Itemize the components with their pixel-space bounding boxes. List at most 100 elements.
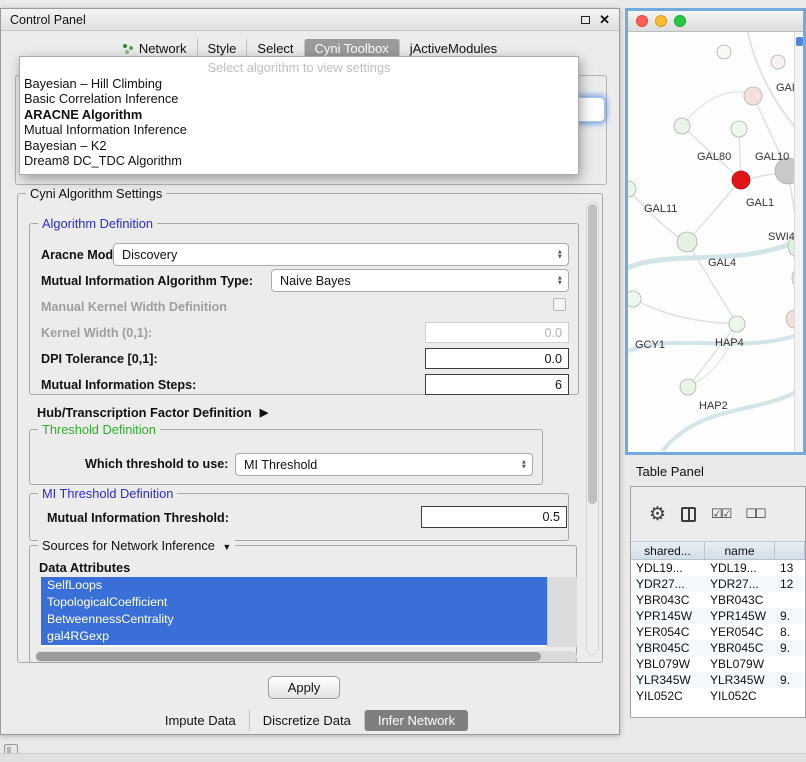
control-panel-titlebar[interactable]: Control Panel ✕: [1, 9, 619, 31]
network-node[interactable]: [628, 291, 641, 307]
table-cell: YER054C: [631, 625, 705, 639]
table-cell: YBL079W: [631, 657, 705, 671]
minimize-traffic-light-icon[interactable]: [655, 15, 667, 27]
attribute-item-betweennesscentrality[interactable]: BetweennessCentrality: [41, 611, 547, 628]
network-node-label: GAL4: [708, 257, 736, 269]
column-header-shared-name[interactable]: shared...: [631, 542, 705, 559]
table-toolbar: ⚙ ☑☑ ☐☐: [631, 487, 805, 541]
dropdown-item-bayesian-k2[interactable]: Bayesian – K2: [20, 138, 578, 154]
table-cell: YIL052C: [705, 689, 775, 703]
table-row[interactable]: YPR145WYPR145W9.: [631, 608, 805, 624]
tab-cyni-toolbox[interactable]: Cyni Toolbox: [304, 39, 399, 58]
mi-steps-label: Mutual Information Steps:: [41, 378, 196, 392]
attribute-list-hscrollbar[interactable]: [35, 651, 577, 662]
tab-label: Network: [139, 41, 187, 56]
table-row[interactable]: YLR345WYLR345W9.: [631, 672, 805, 688]
dropdown-item-dream8[interactable]: Dream8 DC_TDC Algorithm: [20, 153, 578, 169]
network-node[interactable]: [674, 118, 690, 134]
table-cell: 8.: [775, 625, 805, 639]
mi-algorithm-type-value: Naive Bayes: [280, 274, 351, 288]
table-row[interactable]: YBR043CYBR043C: [631, 592, 805, 608]
network-node-label: SWI4: [768, 231, 795, 243]
network-node[interactable]: [677, 232, 697, 252]
apply-button[interactable]: Apply: [268, 676, 340, 699]
network-node[interactable]: [732, 171, 750, 189]
stepper-icon: ▲▼: [557, 249, 563, 260]
aracne-mode-value: Discovery: [122, 248, 177, 262]
close-icon[interactable]: ✕: [599, 13, 610, 26]
network-node-label: HAP2: [699, 400, 728, 412]
tab-select[interactable]: Select: [246, 39, 303, 58]
network-node[interactable]: [628, 181, 636, 197]
network-edge: [633, 299, 737, 324]
dropdown-item-aracne[interactable]: ARACNE Algorithm: [20, 107, 578, 123]
table-row[interactable]: YBR045CYBR045C9.: [631, 640, 805, 656]
table-cell: YDR27...: [705, 577, 775, 591]
table-row[interactable]: YDL19...YDL19...13: [631, 560, 805, 576]
manual-kernel-width-checkbox[interactable]: [553, 298, 566, 311]
mi-threshold-field[interactable]: 0.5: [421, 506, 567, 528]
network-node-label: GAL10: [755, 151, 789, 163]
dropdown-item-mutual-information[interactable]: Mutual Information Inference: [20, 122, 578, 138]
select-all-icon[interactable]: ☑☑: [711, 506, 730, 522]
table-cell: YIL052C: [631, 689, 705, 703]
dropdown-item-basic-correlation[interactable]: Basic Correlation Inference: [20, 91, 578, 107]
settings-group-title: Cyni Algorithm Settings: [26, 186, 166, 201]
network-vscrollbar-thumb[interactable]: [796, 37, 803, 46]
settings-vscrollbar[interactable]: [586, 201, 599, 655]
sources-group-title[interactable]: Sources for Network Inference ▼: [38, 538, 235, 553]
tab-jactivemodules[interactable]: jActiveModules: [399, 39, 507, 58]
table-cell: YPR145W: [705, 609, 775, 623]
table-cell: YBR045C: [705, 641, 775, 655]
network-node[interactable]: [680, 379, 696, 395]
which-threshold-select[interactable]: MI Threshold ▲▼: [235, 453, 533, 476]
attribute-item-selfloops[interactable]: SelfLoops: [41, 577, 547, 594]
tab-discretize-data[interactable]: Discretize Data: [249, 710, 364, 731]
hub-section-toggle[interactable]: Hub/Transcription Factor Definition ▶: [37, 405, 268, 420]
kernel-width-label: Kernel Width (0,1):: [41, 326, 152, 340]
settings-vscrollbar-thumb[interactable]: [588, 204, 597, 504]
kernel-width-field: 0.0: [425, 322, 569, 343]
tab-impute-data[interactable]: Impute Data: [152, 710, 249, 731]
network-node[interactable]: [771, 55, 785, 69]
show-columns-icon[interactable]: [681, 507, 696, 522]
float-window-icon[interactable]: [581, 16, 590, 24]
attribute-list-vscroll-track[interactable]: [547, 577, 577, 647]
attribute-item-gal4rgexp[interactable]: gal4RGexp: [41, 628, 547, 645]
table-cell: YBR043C: [705, 593, 775, 607]
table-cell: YDL19...: [631, 561, 705, 575]
table-row[interactable]: YDR27...YDR27...12: [631, 576, 805, 592]
table-row[interactable]: YBL079WYBL079W: [631, 656, 805, 672]
network-window-titlebar[interactable]: [628, 11, 803, 32]
network-canvas[interactable]: GAL8GAL80GAL10GAL11GAL1SWI4GAL4GCY1HAP4H…: [628, 32, 803, 451]
mi-algorithm-type-select[interactable]: Naive Bayes ▲▼: [271, 269, 569, 292]
table-row[interactable]: YIL052CYIL052C: [631, 688, 805, 704]
network-node[interactable]: [731, 121, 747, 137]
table-row[interactable]: YER054CYER054C8.: [631, 624, 805, 640]
table-cell: YDL19...: [705, 561, 775, 575]
network-canvas-area[interactable]: GAL8GAL80GAL10GAL11GAL1SWI4GAL4GCY1HAP4H…: [628, 32, 803, 451]
attribute-item-topologicalcoefficient[interactable]: TopologicalCoefficient: [41, 594, 547, 611]
tab-infer-network[interactable]: Infer Network: [364, 710, 468, 731]
mi-steps-field[interactable]: 6: [425, 374, 569, 395]
zoom-traffic-light-icon[interactable]: [674, 15, 686, 27]
tab-label: jActiveModules: [410, 41, 497, 56]
tab-network[interactable]: Network: [113, 39, 197, 58]
data-attributes-list[interactable]: SelfLoops TopologicalCoefficient Between…: [41, 577, 577, 647]
network-vscrollbar[interactable]: [794, 32, 803, 451]
tab-style[interactable]: Style: [197, 39, 247, 58]
deselect-all-icon[interactable]: ☐☐: [745, 506, 764, 522]
dropdown-item-bayesian-hill-climbing[interactable]: Bayesian – Hill Climbing: [20, 76, 578, 92]
table-cell: YBL079W: [705, 657, 775, 671]
network-node[interactable]: [744, 87, 762, 105]
dpi-tolerance-field[interactable]: 0.0: [425, 348, 569, 369]
column-header-clipped[interactable]: [775, 542, 805, 559]
network-node[interactable]: [717, 45, 731, 59]
gear-icon[interactable]: ⚙: [649, 505, 666, 524]
attribute-list-hscrollbar-thumb[interactable]: [36, 652, 541, 661]
table-body: YDL19...YDL19...13YDR27...YDR27...12YBR0…: [631, 560, 805, 717]
column-header-name[interactable]: name: [705, 542, 775, 559]
aracne-mode-select[interactable]: Discovery ▲▼: [113, 243, 569, 266]
network-node[interactable]: [729, 316, 745, 332]
close-traffic-light-icon[interactable]: [636, 15, 648, 27]
